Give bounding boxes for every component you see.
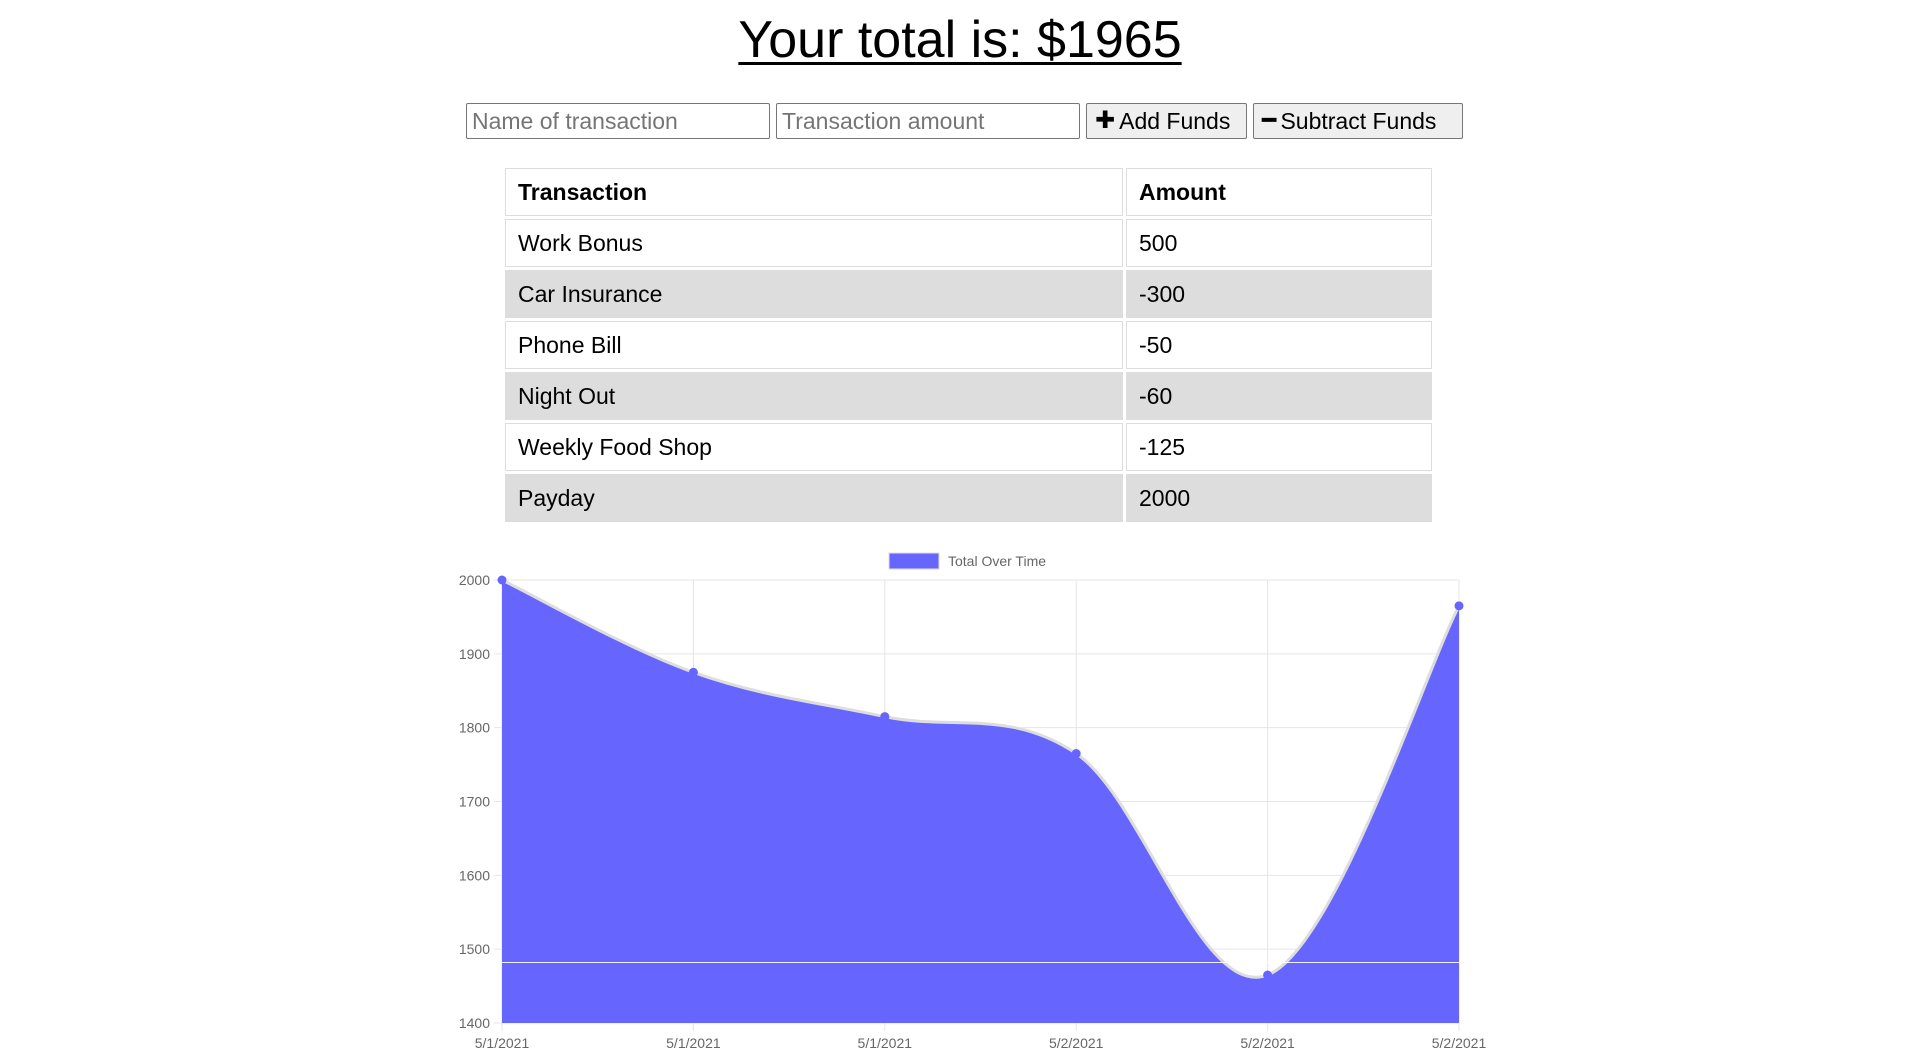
y-tick-label: 1700 xyxy=(459,794,490,810)
x-tick-label: 5/2/2021 xyxy=(1049,1035,1104,1051)
y-tick-label: 1900 xyxy=(459,646,490,662)
data-point xyxy=(688,667,698,677)
legend-swatch xyxy=(888,552,940,570)
y-tick-label: 1400 xyxy=(459,1015,490,1031)
y-tick-label: 1600 xyxy=(459,867,490,883)
x-tick-label: 5/1/2021 xyxy=(666,1035,721,1051)
data-point xyxy=(1454,601,1464,611)
data-point xyxy=(1263,970,1273,980)
y-tick-label: 1800 xyxy=(459,720,490,736)
data-point xyxy=(497,575,507,585)
x-tick-label: 5/1/2021 xyxy=(475,1035,530,1051)
data-point xyxy=(1071,749,1081,759)
x-tick-label: 5/1/2021 xyxy=(858,1035,913,1051)
x-tick-label: 5/2/2021 xyxy=(1432,1035,1487,1051)
y-tick-label: 2000 xyxy=(459,572,490,588)
total-over-time-chart: 1400 1500 1600 1700 1800 1900 2000 5/1/2021 5/1/… xyxy=(459,552,1487,1051)
data-point xyxy=(880,712,890,722)
y-tick-label: 1500 xyxy=(459,941,490,957)
x-tick-label: 5/2/2021 xyxy=(1240,1035,1295,1051)
legend-label: Total Over Time xyxy=(948,553,1046,569)
